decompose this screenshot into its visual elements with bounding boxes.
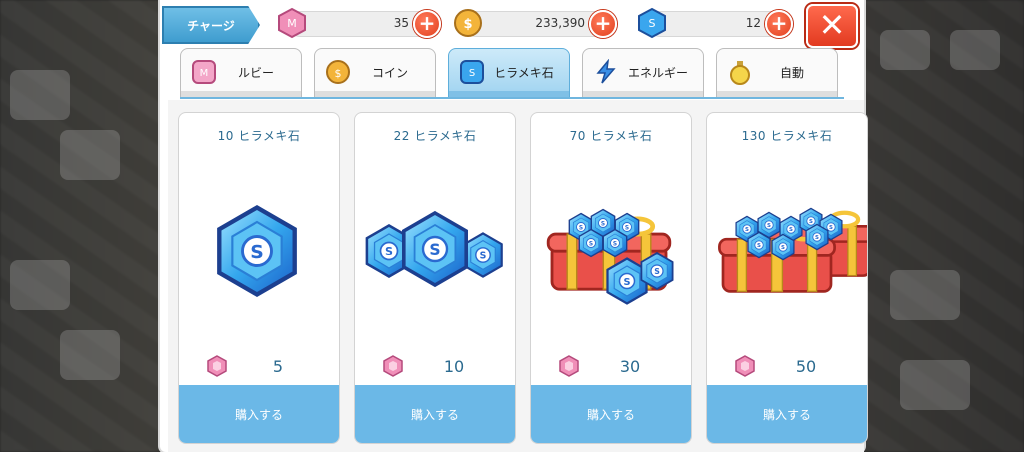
ruby-icon: M [278, 7, 306, 39]
item-name: 10 ヒラメキ石 [217, 129, 301, 143]
item-price: 50 [795, 357, 817, 376]
buy-button[interactable]: 購入する [707, 385, 867, 443]
coin-icon: $ [326, 60, 350, 84]
ruby-icon [207, 355, 227, 377]
tab-gem[interactable]: S ヒラメキ石 [448, 48, 570, 98]
ruby-icon [559, 355, 579, 377]
potion-icon [730, 61, 750, 85]
buy-button[interactable]: 購入する [179, 385, 339, 443]
gift-box-gems-art [531, 208, 674, 305]
tab-ruby[interactable]: M ルビー [180, 48, 302, 98]
tab-label: コイン [371, 66, 408, 80]
ruby-value: 35 [393, 16, 409, 30]
three-gems-art [365, 211, 503, 287]
item-grid: 10 ヒラメキ石 5 購入する 22 ヒラメキ石 10 購入する 70 ヒラメキ… [168, 100, 868, 452]
tab-label: エネルギー [627, 66, 688, 80]
item-name: 70 ヒラメキ石 [569, 129, 653, 143]
svg-text:M: M [287, 17, 297, 30]
tab-auto[interactable]: 自動 [716, 48, 838, 98]
item-price: 5 [272, 357, 284, 376]
category-tabs: M ルビー $ コイン S ヒラメキ石 エネルギー 自動 [180, 48, 844, 98]
svg-text:$: $ [463, 17, 472, 32]
gem-icon: S [638, 7, 666, 39]
gem-balance: S 12 + [638, 7, 794, 39]
item-price: 10 [443, 357, 465, 376]
background-right-panel [860, 0, 1024, 452]
tab-label: ヒラメキ石 [494, 66, 554, 80]
tab-energy[interactable]: エネルギー [582, 48, 704, 98]
ruby-icon: M [192, 60, 216, 84]
ruby-balance: M 35 + [278, 7, 442, 39]
tab-label: 自動 [779, 66, 804, 80]
add-gem-button[interactable]: + [765, 10, 793, 38]
coin-icon: $ [454, 9, 482, 37]
ruby-icon [735, 355, 755, 377]
shop-item-card[interactable]: 70 ヒラメキ石 30 購入する [530, 112, 692, 444]
tab-label: ルビー [237, 66, 274, 80]
svg-text:M: M [200, 68, 209, 79]
item-name: 130 ヒラメキ石 [741, 129, 833, 143]
tabs-divider [180, 97, 844, 99]
buy-button[interactable]: 購入する [355, 385, 515, 443]
svg-text:$: $ [335, 67, 342, 80]
currency-bar: チャージ M 35 + $ 233,390 + S 12 + ✕ [160, 0, 864, 48]
single-gem-art [179, 163, 339, 343]
shop-item-card[interactable]: 130 ヒラメキ石 50 購入する [706, 112, 868, 444]
coin-value: 233,390 [535, 16, 585, 30]
item-price: 30 [619, 357, 641, 376]
ruby-icon [383, 355, 403, 377]
energy-icon [596, 59, 616, 84]
background-left-panel [0, 0, 160, 452]
svg-text:S: S [469, 68, 475, 79]
buy-button[interactable]: 購入する [531, 385, 691, 443]
add-coin-button[interactable]: + [589, 10, 617, 38]
two-gift-boxes-gems-art [707, 207, 867, 343]
shop-item-card[interactable]: 22 ヒラメキ石 10 購入する [354, 112, 516, 444]
item-name: 22 ヒラメキ石 [393, 129, 477, 143]
shop-item-card[interactable]: 10 ヒラメキ石 5 購入する [178, 112, 340, 444]
svg-text:S: S [649, 17, 656, 30]
charge-tab[interactable]: チャージ [162, 6, 260, 44]
add-ruby-button[interactable]: + [413, 10, 441, 38]
coin-balance: $ 233,390 + [454, 9, 618, 38]
gem-icon: S [460, 60, 484, 84]
tab-coin[interactable]: $ コイン [314, 48, 436, 98]
gem-value: 12 [745, 16, 761, 30]
shop-dialog: チャージ M 35 + $ 233,390 + S 12 + ✕ M ルビー $… [160, 0, 868, 452]
close-button[interactable]: ✕ [806, 4, 858, 48]
